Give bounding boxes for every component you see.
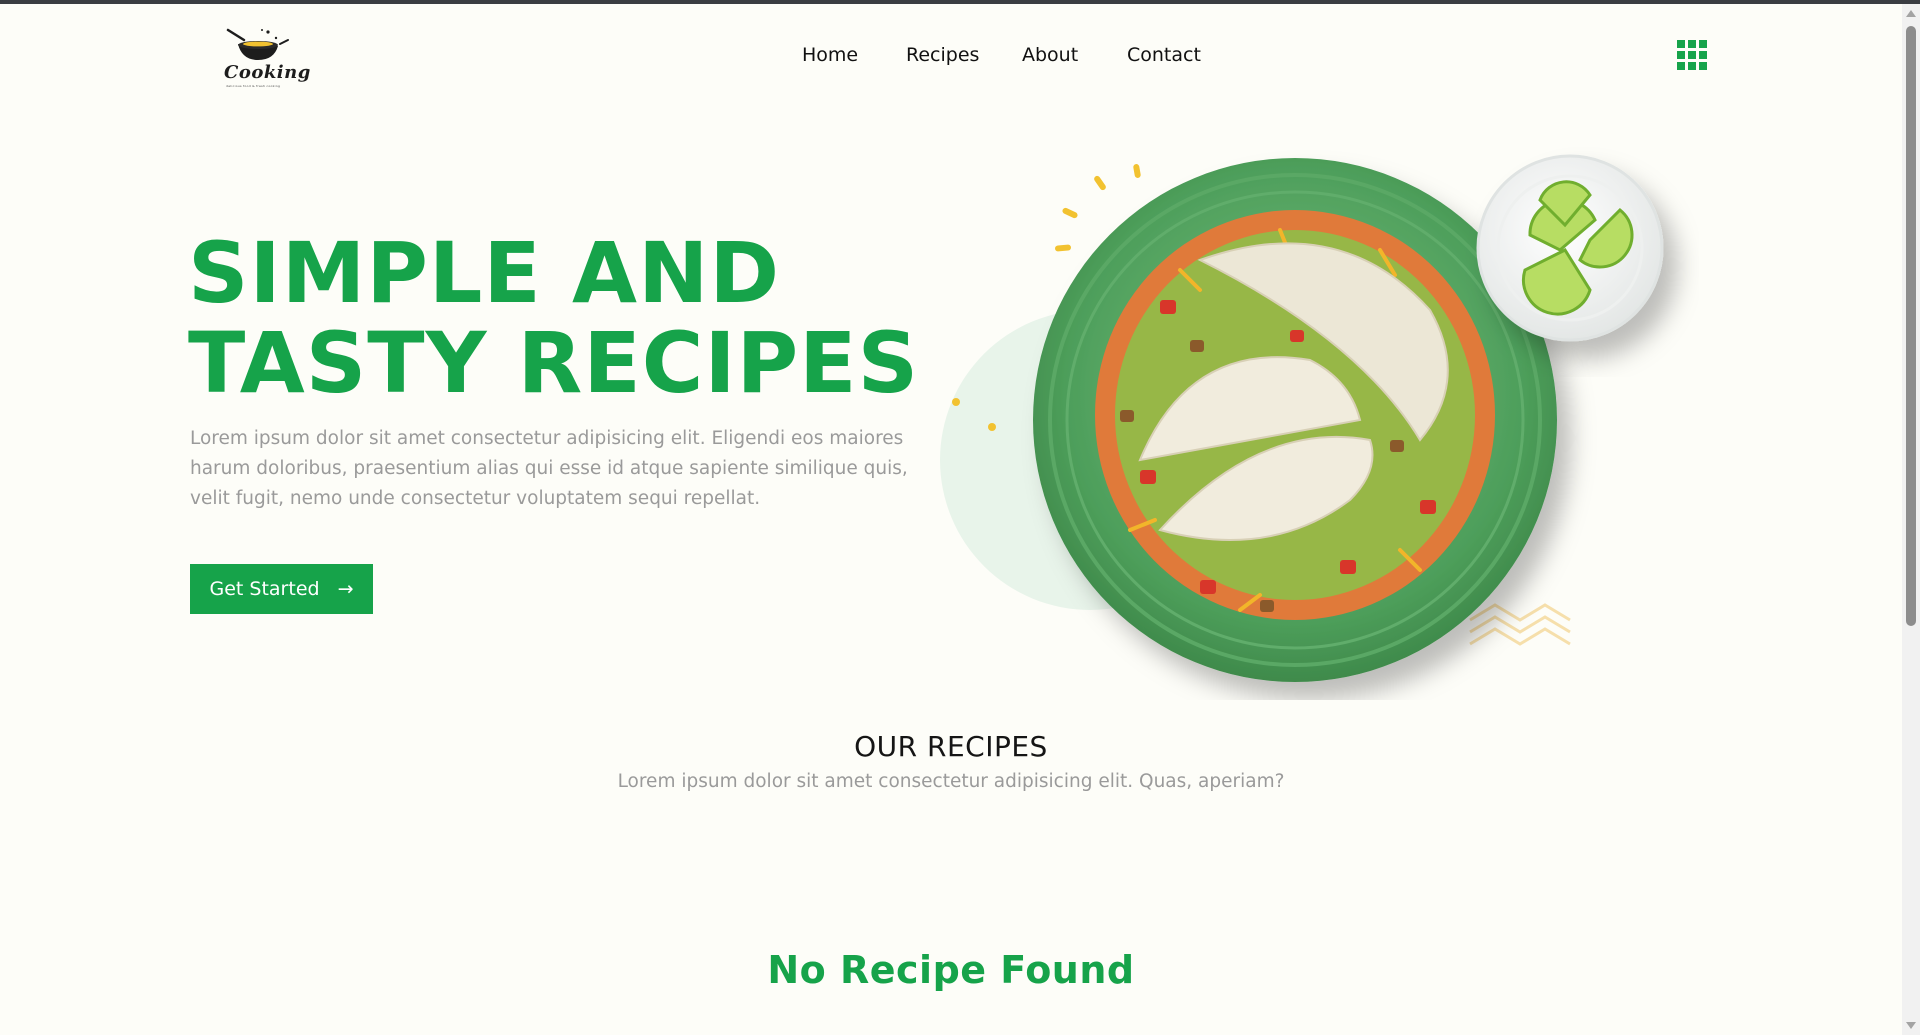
scroll-up-arrow-icon[interactable] [1906,10,1916,17]
grid-menu-icon[interactable] [1677,40,1707,70]
hero-title-line-2: TASTY RECIPES [188,314,920,412]
page-scrollbar[interactable] [1902,4,1920,1035]
no-recipe-message: No Recipe Found [767,948,1135,992]
nav-home[interactable]: Home [802,44,858,66]
get-started-label: Get Started [209,578,320,600]
hero-food-image [940,154,1664,682]
brand-tagline: delicious food & fresh cooking [226,84,281,88]
main-nav: Home Recipes About Contact [0,44,1920,72]
scrollbar-thumb[interactable] [1906,26,1916,626]
hero-title-line-1: SIMPLE AND [188,224,781,322]
hero-title: SIMPLE AND TASTY RECIPES [188,228,988,408]
decor-zigzag [1469,603,1571,646]
recipes-subtitle: Lorem ipsum dolor sit amet consectetur a… [617,771,1285,792]
get-started-button[interactable]: Get Started → [190,564,373,614]
nav-contact[interactable]: Contact [1127,44,1201,66]
scroll-down-arrow-icon[interactable] [1906,1022,1916,1029]
window-top-border [0,0,1920,4]
nav-about[interactable]: About [1022,44,1078,66]
hero-description: Lorem ipsum dolor sit amet consectetur a… [190,428,908,509]
nav-recipes[interactable]: Recipes [906,44,979,66]
recipes-title: OUR RECIPES [854,730,1048,763]
arrow-right-icon: → [337,578,354,600]
lime-bowl [1476,154,1664,342]
